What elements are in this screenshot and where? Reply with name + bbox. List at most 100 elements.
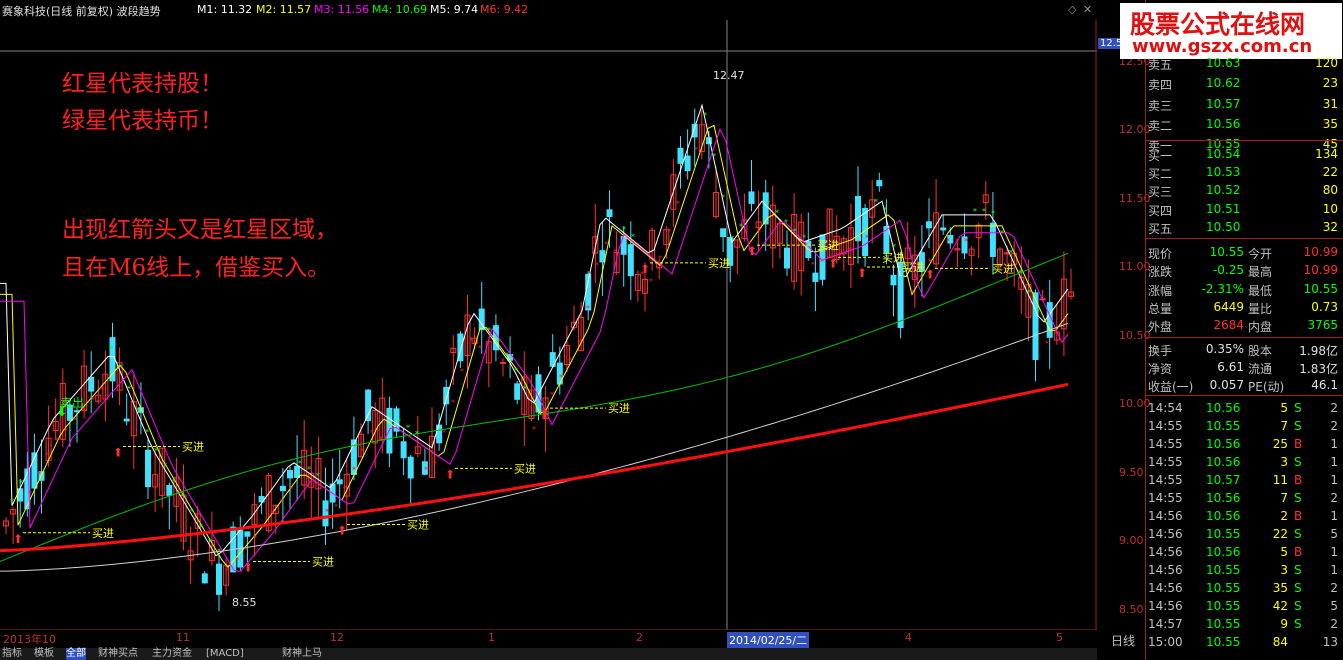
green-star: * [874,197,878,206]
quote-cell: 10.55 [1206,581,1241,595]
tick-row: 14:54 10.56 5 S 2 [1148,400,1340,418]
chart-header: 赛象科技(日线 前复权) 波段趋势 M1: 11.32 M2: 11.57 M3… [0,0,1097,20]
candle-down [145,449,151,488]
panel-divider [1146,337,1343,338]
tab-5[interactable]: [MACD] [206,648,244,660]
candle-down [684,155,691,172]
quote-cell: 10.63 [1206,56,1241,70]
green-star: * [487,326,491,335]
green-star: * [127,385,131,394]
red-star: * [595,261,599,270]
tab-2[interactable]: 全部 [66,648,86,660]
buy-label: 买进 [882,251,904,264]
buy-arrow-icon: ⬆ [113,445,123,459]
green-star: * [622,225,626,234]
candle-down [336,479,343,485]
period-label[interactable]: 日线 [1111,632,1135,649]
green-star: * [298,459,302,468]
quote-cell: 1.83亿 [1299,362,1338,376]
green-star: * [397,417,401,426]
green-star-note: 绿星代表持币！ [62,108,223,134]
quote-cell: S [1294,617,1302,631]
quote-cell: 10.54 [1206,147,1241,161]
tab-4[interactable]: 主力资金 [152,648,192,660]
quote-cell: 10.55 [1206,563,1241,577]
candle-down [443,386,450,405]
green-star: * [775,209,779,218]
tab-6[interactable]: 财神上马 [282,648,322,660]
window-close-icon[interactable]: ✕ [1083,3,1092,16]
quote-cell: 13 [1322,635,1338,649]
tick-row: 14:56 10.55 35 S 2 [1148,580,1340,598]
red-star: * [55,437,59,446]
quote-cell: 0.057 [1209,378,1244,392]
quote-cell: 10.55 [1206,617,1241,631]
tick-row: 14:55 10.55 7 S 2 [1148,418,1340,436]
tab-1[interactable]: 模板 [34,648,54,660]
red-star: * [424,466,428,475]
green-star: * [208,538,212,547]
quote-cell: 1 [1330,509,1338,523]
candle-down [784,247,790,269]
time-tick-label: 4 [905,631,912,644]
candle-down [365,389,372,422]
green-star: * [415,430,419,439]
window-restore-icon[interactable]: ◇ [1068,3,1076,16]
red-star: * [361,447,365,456]
candle-down [720,228,727,238]
buy-arrow-icon: ⬆ [337,524,347,538]
buy-label: 买进 [708,257,730,270]
quote-cell: 31 [1322,96,1338,111]
candle-down [812,272,819,282]
quote-cell: 7 [1280,419,1288,433]
buy-arrow-icon: ⬆ [925,267,935,281]
signal-stars: * * * * * * * * * * * * * * * * * * * * * * * * * * * * * * * * * * * * * * * *… [10,111,1067,575]
candle-down [244,531,251,537]
time-tick-label: 1 [488,631,495,644]
ma6-label: M6: 9.42 [480,3,529,16]
quote-cell: 0.73 [1311,299,1338,314]
quote-cell: B [1294,473,1303,487]
red-star: * [289,485,293,494]
buy-row: 买五 10.50 32 [1148,219,1340,237]
ma3-line [0,127,1069,573]
candle-down [677,147,684,164]
quote-cell: 总量 [1148,301,1173,316]
quote-cell: S [1294,401,1302,415]
green-star: * [163,462,167,471]
red-star: * [262,522,266,531]
tick-row: 14:56 10.56 5 B 1 [1148,544,1340,562]
quote-cell: 5 [1280,545,1288,559]
quote-cell: 10.57 [1206,96,1241,111]
green-star: * [973,207,977,216]
tick-row: 15:00 10.55 84 13 [1148,634,1340,652]
watermark: 股票公式在线网 www.gszx.com.cn [1120,3,1342,59]
red-star: * [334,503,338,512]
green-star: * [199,522,203,531]
buy-row: 买二 10.53 22 [1148,164,1340,182]
buy-arrow-icon: ⬆ [445,467,455,481]
red-star: * [343,484,347,493]
buy-row: 买三 10.52 80 [1148,182,1340,200]
quote-cell: 10.55 [1206,419,1241,433]
tick-row: 14:56 10.55 42 S 5 [1148,598,1340,616]
quote-cell: 内盘 [1248,320,1273,335]
tick-row: 14:56 10.55 22 S 5 [1148,526,1340,544]
quote-cell: 2 [1330,581,1338,595]
quote-cell: 3765 [1307,318,1338,333]
buy-row: 买一 10.54 134 [1148,146,1340,164]
red-star: * [577,339,581,348]
quote-cell: S [1294,491,1302,505]
quote-cell: 14:56 [1148,563,1183,577]
chart-title: 赛象科技(日线 前复权) 波段趋势 [2,5,161,18]
tab-3[interactable]: 财神买点 [98,648,138,660]
red-star: * [478,344,482,353]
buy-label: 买进 [92,527,114,540]
quote-cell: 14:56 [1148,545,1183,559]
tab-0[interactable]: 指标 [2,648,22,660]
quote-cell: 14:55 [1148,419,1183,433]
rule-note-1: 出现红箭头又是红星区域， [62,217,338,243]
high-price-label: 12.47 [713,69,745,82]
buy-signals: ⬆ 买进⬆ 买进⬆ 买进⬆ 买进⬆ 买进⬆ 买进⬆ 买进⬆ 买进⬆ 买进⬆ 买进 ⬆ 买进 [13,239,1014,574]
green-star: * [217,547,221,556]
